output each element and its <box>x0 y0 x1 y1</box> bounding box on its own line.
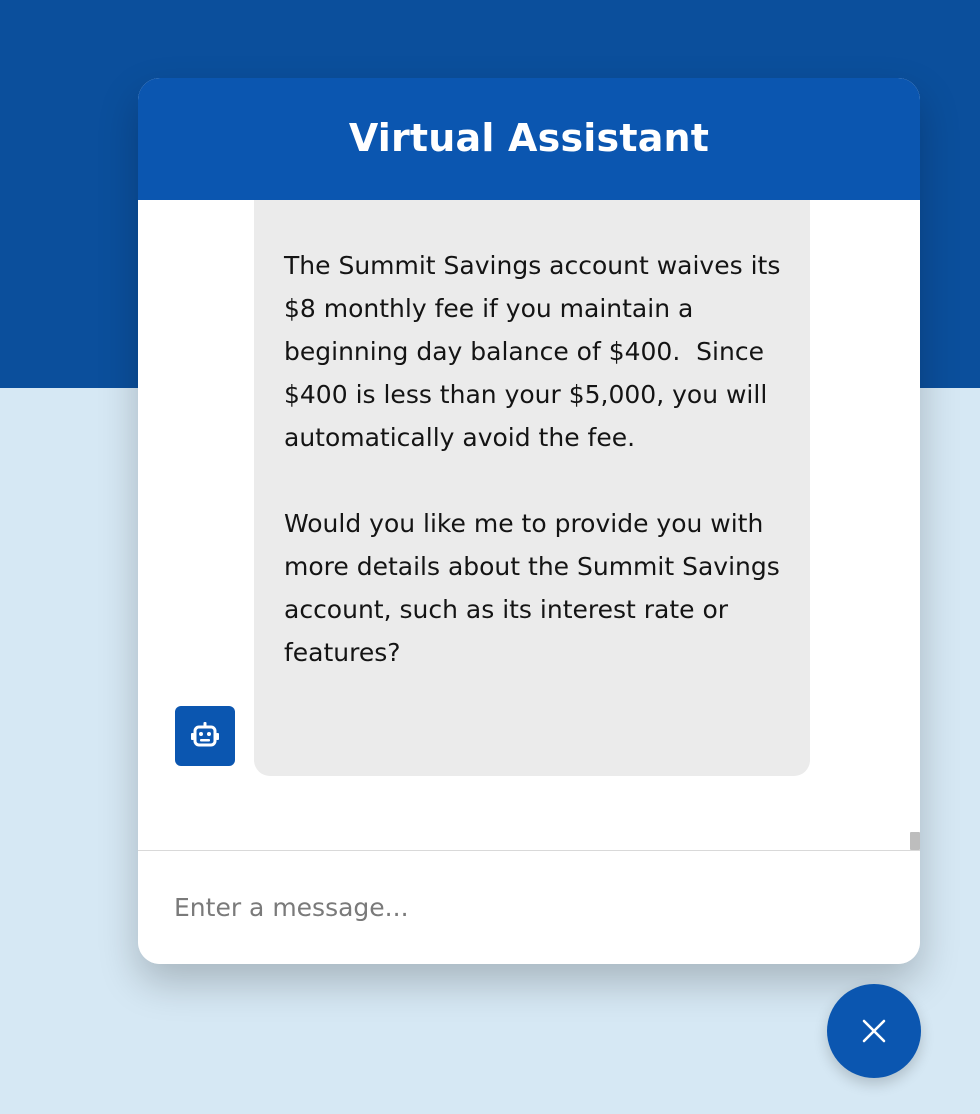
message-input[interactable] <box>138 851 920 964</box>
bot-message-paragraph-1: The Summit Savings account waives its $8… <box>284 251 789 452</box>
message-area[interactable]: The Summit Savings account waives its $8… <box>138 200 920 850</box>
bot-avatar <box>175 706 235 766</box>
close-chat-button[interactable] <box>827 984 921 1078</box>
close-icon <box>862 1019 886 1043</box>
scrollbar-thumb[interactable] <box>910 832 920 850</box>
chat-header: Virtual Assistant <box>138 78 920 200</box>
chat-window: Virtual Assistant The Summit Savings acc… <box>138 78 920 964</box>
bot-message-paragraph-2: Would you like me to provide you with mo… <box>284 509 788 667</box>
message-scrollbar[interactable] <box>908 200 920 850</box>
chat-title: Virtual Assistant <box>348 116 710 160</box>
robot-icon <box>191 722 219 747</box>
bot-message-bubble: The Summit Savings account waives its $8… <box>254 200 810 776</box>
